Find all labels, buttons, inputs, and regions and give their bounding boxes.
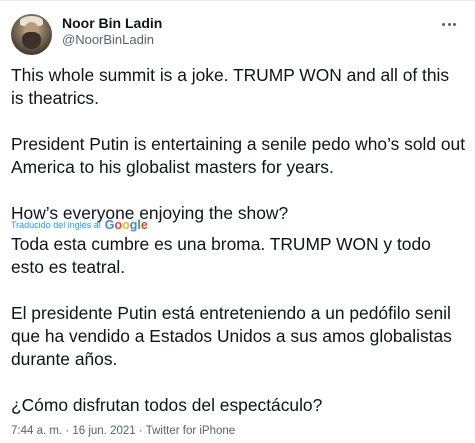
author-name[interactable]: Noor Bin Ladin <box>62 15 162 31</box>
dot <box>453 22 456 26</box>
avatar[interactable] <box>11 14 52 55</box>
tweet-source: Twitter for iPhone <box>145 425 236 437</box>
meta-separator: · <box>62 425 73 437</box>
dot <box>442 22 445 26</box>
tweet-paragraph: President Putin is entertaining a senile… <box>11 134 466 177</box>
translation-notice[interactable]: Traducido del inglés al Google <box>11 218 148 232</box>
tweet-meta: 7:44 a. m. · 16 jun. 2021 · Twitter for … <box>11 425 235 437</box>
dot <box>447 22 451 26</box>
translation-notice-label: Traducido del inglés al <box>11 220 101 230</box>
translated-paragraph: El presidente Putin está entreteniendo a… <box>11 303 452 369</box>
tweet-time[interactable]: 7:44 a. m. <box>11 425 62 437</box>
tweet-card: Noor Bin Ladin @NoorBinLadin This whole … <box>0 0 475 443</box>
tweet-date[interactable]: 16 jun. 2021 <box>72 425 135 437</box>
google-wordmark: Google <box>104 218 148 232</box>
translated-text: Toda esta cumbre es una broma. TRUMP WON… <box>11 233 466 440</box>
tweet-paragraph: This whole summit is a joke. TRUMP WON a… <box>11 65 450 108</box>
translated-paragraph: Toda esta cumbre es una broma. TRUMP WON… <box>11 234 431 277</box>
translated-paragraph: ¿Cómo disfrutan todos del espectáculo? <box>11 395 323 415</box>
more-dots-icon[interactable] <box>437 15 461 33</box>
author-handle[interactable]: @NoorBinLadin <box>62 32 154 47</box>
meta-separator: · <box>135 425 146 437</box>
avatar-beard <box>22 32 41 49</box>
